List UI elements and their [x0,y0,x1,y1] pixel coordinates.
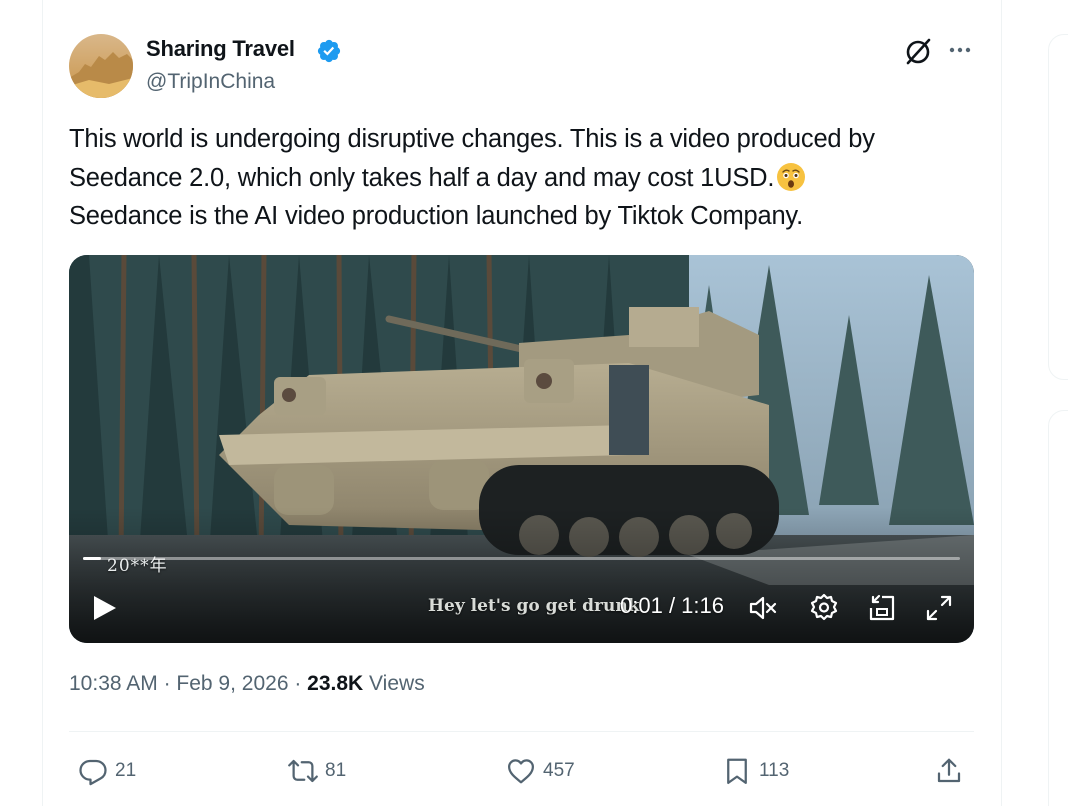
play-icon[interactable] [87,591,121,625]
tweet-text-line: This world is undergoing disruptive chan… [69,125,875,153]
handle[interactable]: @TripInChina [146,70,275,94]
verified-badge-icon [317,39,341,63]
tweet-text: This world is undergoing disruptive chan… [69,120,974,236]
post-date[interactable]: Feb 9, 2026 [176,672,288,695]
sidebar-card [1048,34,1068,380]
bookmark-icon [727,758,747,784]
divider [69,731,974,732]
current-time: 0:01 [620,593,663,618]
views-count: 23.8K [307,672,364,695]
video-progress-bar[interactable] [83,557,960,560]
time-separator: / [662,593,682,618]
sidebar-card [1048,410,1068,806]
views-label: Views [363,672,425,695]
heart-icon [508,759,534,784]
repost-button[interactable]: 81 [288,753,346,789]
video-frame [69,255,974,643]
tweet-text-segment: Seedance 2.0, which only takes half a da… [69,163,775,192]
reply-button[interactable]: 21 [78,753,136,789]
dock-video-icon[interactable] [865,591,899,625]
grok-icon[interactable] [902,35,934,67]
repost-count: 81 [325,760,347,781]
astonished-face-emoji-icon [777,162,806,191]
fullscreen-icon[interactable] [922,591,956,625]
reply-icon [79,759,107,786]
bookmark-count: 113 [759,760,790,781]
display-name[interactable]: Sharing Travel [146,36,295,62]
mute-icon[interactable] [746,591,780,625]
meta-separator: · [288,672,308,695]
tweet-text-line: Seedance 2.0, which only takes half a da… [69,159,974,198]
like-count: 457 [543,760,575,781]
settings-gear-icon[interactable] [807,591,841,625]
like-button[interactable]: 457 [506,753,575,789]
post-time[interactable]: 10:38 AM [69,672,158,695]
meta-separator: · [157,672,177,695]
more-options-icon[interactable] [946,42,974,58]
avatar[interactable] [69,34,133,98]
bookmark-button[interactable]: 113 [722,753,789,789]
video-player[interactable]: 20**年 Hey let's go get drunk 0:01 / 1:16 [69,255,974,643]
reply-count: 21 [115,760,137,781]
share-icon [937,758,961,783]
video-progress-fill [83,557,101,560]
video-caption: Hey let's go get drunk [428,596,640,616]
duration: 1:16 [681,593,724,618]
repost-icon [288,759,318,783]
tweet-meta: 10:38 AM · Feb 9, 2026 · 23.8K Views [69,672,425,696]
share-button[interactable] [934,753,971,789]
tweet-text-line: Seedance is the AI video production laun… [69,202,803,230]
burned-in-subtitle: 20**年 [107,556,168,576]
video-time-readout: 0:01 / 1:16 [620,593,724,619]
